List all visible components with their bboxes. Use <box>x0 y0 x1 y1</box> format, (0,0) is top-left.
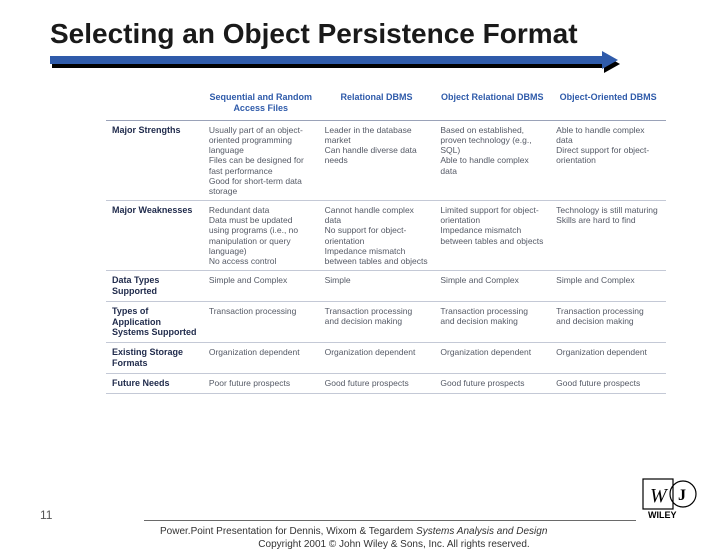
table-row: Future Needs Poor future prospects Good fu… <box>106 373 666 393</box>
row-head: Major Weaknesses <box>106 201 203 271</box>
table-cell: Usually part of an object-oriented progr… <box>203 120 319 200</box>
cell-line: Transaction processing <box>209 306 313 316</box>
table-row: Major StrengthsUsually part of an object… <box>106 120 666 200</box>
row-head: Data Types Supported <box>106 271 203 302</box>
table-cell: Simple <box>319 271 435 302</box>
cell-line: Good future prospects <box>325 378 429 388</box>
footer-line1-prefix: Power.Point Presentation for Dennis, Wix… <box>160 526 416 537</box>
cell-line: Redundant data <box>209 205 313 215</box>
cell-line: Transaction processing and decision maki… <box>440 306 544 326</box>
cell-line: No access control <box>209 256 313 266</box>
table-cell: Simple and Complex <box>434 271 550 302</box>
cell-line: Simple and Complex <box>556 275 660 285</box>
cell-line: Limited support for object-orientation <box>440 205 544 225</box>
cell-line: Simple and Complex <box>209 275 313 285</box>
col-head-files: Sequential and Random Access Files <box>203 88 319 120</box>
table-cell: Transaction processing and decision maki… <box>319 301 435 342</box>
cell-line: Can handle diverse data needs <box>325 145 429 165</box>
table-cell: Simple and Complex <box>203 271 319 302</box>
title-underline-arrow <box>50 56 680 70</box>
cell-line: Data must be updated using programs (i.e… <box>209 215 313 256</box>
cell-line: Organization dependent <box>325 347 429 357</box>
table-cell: Cannot handle complex dataNo support for… <box>319 201 435 271</box>
table-row: Data Types Supported Simple and Complex Si… <box>106 271 666 302</box>
header-row: Sequential and Random Access Files Relat… <box>106 88 666 120</box>
row-head: Future Needs <box>106 373 203 393</box>
table-cell: Transaction processing <box>203 301 319 342</box>
row-head: Existing Storage Formats <box>106 343 203 374</box>
svg-text:J: J <box>678 487 686 504</box>
table-cell: Simple and Complex <box>550 271 666 302</box>
comparison-table: Sequential and Random Access Files Relat… <box>106 88 666 393</box>
cell-line: Good for short-term data storage <box>209 176 313 196</box>
cell-line: Usually part of an object-oriented progr… <box>209 125 313 156</box>
cell-line: Transaction processing and decision maki… <box>556 306 660 326</box>
table-cell: Organization dependent <box>434 343 550 374</box>
cell-line: Leader in the database market <box>325 125 429 145</box>
table-cell: Good future prospects <box>434 373 550 393</box>
publisher-logo: W J WILEY <box>642 478 698 520</box>
table-cell: Good future prospects <box>550 373 666 393</box>
cell-line: Simple <box>325 275 429 285</box>
col-head-relational: Relational DBMS <box>319 88 435 120</box>
table-cell: Transaction processing and decision maki… <box>550 301 666 342</box>
cell-line: Transaction processing and decision maki… <box>325 306 429 326</box>
cell-line: Organization dependent <box>209 347 313 357</box>
table-cell: Organization dependent <box>203 343 319 374</box>
cell-line: Good future prospects <box>556 378 660 388</box>
slide-number: 11 <box>40 508 52 522</box>
col-head-oodbms: Object-Oriented DBMS <box>550 88 666 120</box>
logo-brand-text: WILEY <box>648 510 677 520</box>
cell-line: Good future prospects <box>440 378 544 388</box>
footer-line1-em: Systems Analysis and Design <box>416 526 547 537</box>
table-row: Types of Application Systems Supported Tr… <box>106 301 666 342</box>
row-head: Types of Application Systems Supported <box>106 301 203 342</box>
cell-line: Skills are hard to find <box>556 215 660 225</box>
slide-title: Selecting an Object Persistence Format <box>50 18 680 50</box>
table-cell: Technology is still maturingSkills are h… <box>550 201 666 271</box>
cell-line: Able to handle complex data <box>556 125 660 145</box>
cell-line: Technology is still maturing <box>556 205 660 215</box>
table-row: Existing Storage Formats Organization dep… <box>106 343 666 374</box>
cell-line: Based on established, proven technology … <box>440 125 544 156</box>
table-cell: Transaction processing and decision maki… <box>434 301 550 342</box>
cell-line: Files can be designed for fast performan… <box>209 155 313 175</box>
table-cell: Poor future prospects <box>203 373 319 393</box>
svg-text:W: W <box>650 485 669 507</box>
table-cell: Redundant dataData must be updated using… <box>203 201 319 271</box>
cell-line: Poor future prospects <box>209 378 313 388</box>
cell-line: Impedance mismatch between tables and ob… <box>325 246 429 266</box>
cell-line: Able to handle complex data <box>440 155 544 175</box>
col-head-blank <box>106 88 203 120</box>
table-cell: Leader in the database marketCan handle … <box>319 120 435 200</box>
table-cell: Limited support for object-orientationIm… <box>434 201 550 271</box>
cell-line: Impedance mismatch between tables and ob… <box>440 225 544 245</box>
footer-rule <box>144 520 636 521</box>
table-cell: Able to handle complex dataDirect suppor… <box>550 120 666 200</box>
cell-line: Organization dependent <box>556 347 660 357</box>
cell-line: No support for object-orientation <box>325 225 429 245</box>
cell-line: Cannot handle complex data <box>325 205 429 225</box>
wiley-logo-icon: W J WILEY <box>642 478 698 520</box>
table-row: Major WeaknessesRedundant dataData must … <box>106 201 666 271</box>
footer-text: Power.Point Presentation for Dennis, Wix… <box>160 526 628 551</box>
comparison-table-wrap: Sequential and Random Access Files Relat… <box>106 88 666 393</box>
table-cell: Good future prospects <box>319 373 435 393</box>
col-head-ordbms: Object Relational DBMS <box>434 88 550 120</box>
footer-line2: Copyright 2001 © John Wiley & Sons, Inc.… <box>160 539 628 551</box>
cell-line: Simple and Complex <box>440 275 544 285</box>
row-head: Major Strengths <box>106 120 203 200</box>
cell-line: Direct support for object-orientation <box>556 145 660 165</box>
table-cell: Based on established, proven technology … <box>434 120 550 200</box>
table-cell: Organization dependent <box>550 343 666 374</box>
table-cell: Organization dependent <box>319 343 435 374</box>
cell-line: Organization dependent <box>440 347 544 357</box>
